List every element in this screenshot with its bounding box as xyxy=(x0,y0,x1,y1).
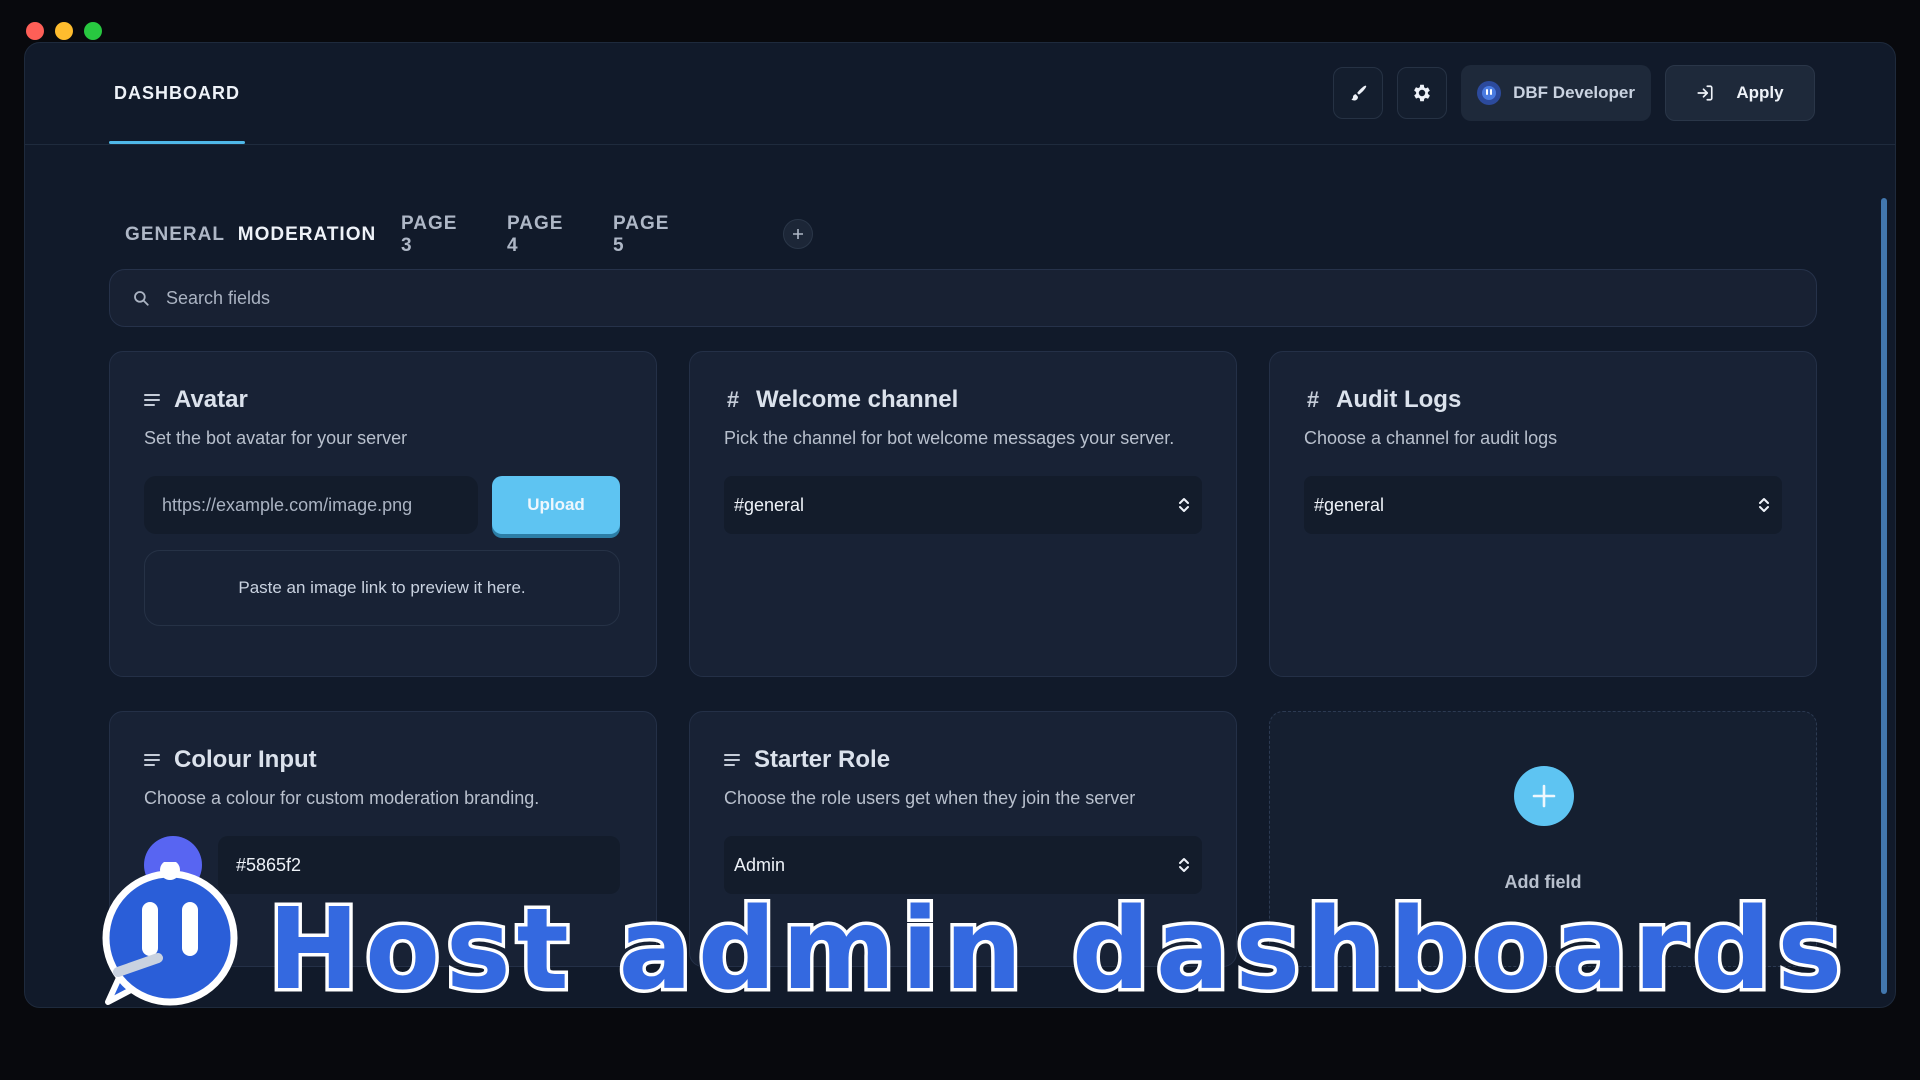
audit-card-title: Audit Logs xyxy=(1336,386,1462,413)
welcome-channel-value: #general xyxy=(734,494,805,515)
text-lines-icon xyxy=(724,754,740,766)
user-account-button[interactable]: DBF Developer xyxy=(1461,65,1651,121)
welcome-channel-card: # Welcome channel Pick the channel for b… xyxy=(689,351,1237,677)
banner-text: Host admin dashboards xyxy=(268,885,1848,1015)
welcome-card-description: Pick the channel for bot welcome message… xyxy=(724,428,1175,448)
scrollbar[interactable] xyxy=(1881,198,1887,994)
colour-card-header: Colour Input xyxy=(144,746,317,774)
hash-icon: # xyxy=(1306,387,1320,412)
bot-avatar-icon xyxy=(1482,86,1497,100)
search-bar xyxy=(109,269,1817,327)
top-bar-actions: DBF Developer Apply xyxy=(1333,65,1815,121)
audit-channel-select[interactable]: #general xyxy=(1304,476,1782,534)
avatar-card-header: Avatar xyxy=(144,386,248,414)
top-bar: DASHBOARD DBF Developer Apply xyxy=(25,43,1895,145)
audit-card-header: # Audit Logs xyxy=(1304,386,1461,414)
plus-icon xyxy=(793,229,803,239)
upload-button[interactable]: Upload xyxy=(492,476,620,534)
audit-channel-value: #general xyxy=(1314,494,1385,515)
add-field-button[interactable] xyxy=(1514,766,1574,826)
text-lines-icon xyxy=(144,394,160,406)
audit-logs-card: # Audit Logs Choose a channel for audit … xyxy=(1269,351,1817,677)
chevron-up-down-icon xyxy=(1179,498,1189,512)
hash-icon: # xyxy=(726,387,740,412)
colour-card-description: Choose a colour for custom moderation br… xyxy=(144,788,540,808)
starter-card-title: Starter Role xyxy=(754,746,891,773)
colour-card-title: Colour Input xyxy=(174,746,317,773)
avatar-card: Avatar Set the bot avatar for your serve… xyxy=(109,351,657,677)
maximize-window-button[interactable] xyxy=(84,22,102,40)
login-icon xyxy=(1697,85,1713,101)
user-avatar xyxy=(1477,81,1502,105)
welcome-card-title: Welcome channel xyxy=(756,386,959,413)
user-name: DBF Developer xyxy=(1513,83,1635,102)
avatar-card-title: Avatar xyxy=(174,386,248,413)
welcome-card-header: # Welcome channel xyxy=(724,386,958,414)
text-lines-icon xyxy=(144,754,160,766)
plus-icon xyxy=(1532,784,1556,808)
theme-button[interactable] xyxy=(1333,67,1384,119)
starter-card-description: Choose the role users get when they join… xyxy=(724,788,1136,808)
add-tab-button[interactable] xyxy=(783,219,813,249)
avatar-url-input[interactable]: https://example.com/image.png xyxy=(144,476,478,534)
search-input[interactable] xyxy=(166,287,1816,309)
apply-label: Apply xyxy=(1736,83,1784,102)
dashboard-nav-tab[interactable]: DASHBOARD xyxy=(109,43,245,144)
avatar-preview: Paste an image link to preview it here. xyxy=(144,550,620,626)
gear-icon xyxy=(1414,84,1431,102)
promo-banner: Host admin dashboards xyxy=(102,862,1848,1019)
avatar-card-description: Set the bot avatar for your server xyxy=(144,428,408,448)
chevron-up-down-icon xyxy=(1759,498,1769,512)
window-controls xyxy=(26,22,102,40)
brush-icon xyxy=(1351,85,1367,101)
close-window-button[interactable] xyxy=(26,22,44,40)
welcome-channel-select[interactable]: #general xyxy=(724,476,1202,534)
apply-button[interactable]: Apply xyxy=(1665,65,1815,121)
search-icon xyxy=(134,291,149,306)
starter-card-header: Starter Role xyxy=(724,746,890,774)
audit-card-description: Choose a channel for audit logs xyxy=(1304,428,1558,448)
minimize-window-button[interactable] xyxy=(55,22,73,40)
bot-mascot-icon xyxy=(102,862,238,1006)
settings-button[interactable] xyxy=(1397,67,1448,119)
